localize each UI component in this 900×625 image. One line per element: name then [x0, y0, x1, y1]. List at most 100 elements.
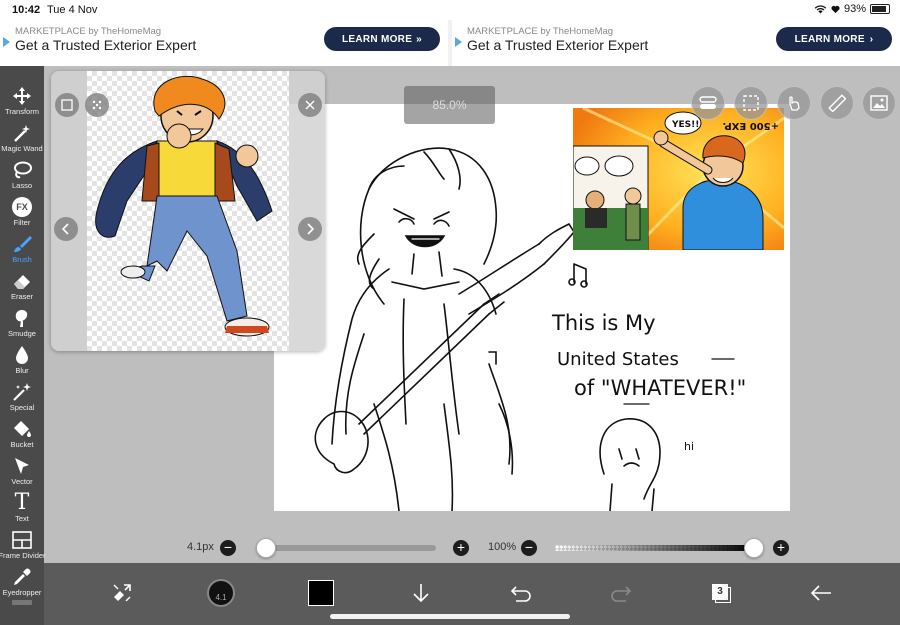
comic-panel-image[interactable]: YES!! +500 EXP. — [573, 108, 784, 250]
status-date: Tue 4 Nov — [47, 4, 98, 16]
status-right: 93% — [814, 3, 890, 15]
ad-left[interactable]: MARKETPLACE by TheHomeMag Get a Trusted … — [0, 20, 448, 66]
canvas-text-line3: of "WHATEVER!" — [574, 376, 747, 400]
arrow-left-icon — [810, 585, 831, 601]
zoom-indicator: 85.0% — [404, 86, 495, 124]
minus-icon: − — [524, 539, 534, 555]
layers-button[interactable]: 3 — [701, 573, 741, 613]
tool-special[interactable]: Special — [0, 381, 44, 418]
ad-cta-label: LEARN MORE — [794, 33, 865, 45]
drag-dots-icon — [92, 100, 102, 110]
toggle-button[interactable] — [691, 86, 725, 120]
tool-label: Vector — [11, 477, 33, 486]
brush-preview-icon: 4.1 — [207, 579, 235, 607]
ad-sponsor: MARKETPLACE by TheHomeMag — [467, 26, 614, 37]
opacity-increase-button[interactable]: + — [773, 540, 789, 556]
opacity-thumb[interactable] — [744, 538, 764, 558]
brush-preview-button[interactable]: 4.1 — [201, 573, 241, 613]
tool-filter[interactable]: FX Filter — [0, 196, 44, 233]
color-picker-button[interactable] — [301, 573, 341, 613]
tool-magic-wand[interactable]: Magic Wand — [0, 122, 44, 159]
tool-vector[interactable]: Vector — [0, 455, 44, 492]
ref-move-button[interactable] — [85, 93, 109, 117]
tool-label: Eraser — [10, 292, 34, 301]
image-reference-button[interactable] — [862, 86, 896, 120]
ruler-button[interactable] — [820, 86, 854, 120]
tool-blur[interactable]: Blur — [0, 344, 44, 381]
arrow-down-icon — [413, 584, 429, 603]
selection-button[interactable] — [734, 86, 768, 120]
tool-bucket[interactable]: Bucket — [0, 418, 44, 455]
reference-image[interactable] — [87, 71, 289, 351]
touch-gesture-button[interactable] — [777, 86, 811, 120]
ad-learn-more-button[interactable]: LEARN MORE › — [776, 27, 892, 51]
move-arrows-icon — [13, 87, 31, 105]
hand-touch-icon — [789, 96, 800, 111]
ad-right[interactable]: MARKETPLACE by TheHomeMag Get a Trusted … — [452, 20, 900, 66]
square-icon — [61, 99, 73, 111]
home-indicator[interactable] — [330, 614, 570, 619]
ad-sponsor: MARKETPLACE by TheHomeMag — [15, 26, 162, 37]
brush-preview-label: 4.1 — [215, 593, 227, 602]
ref-close-button[interactable] — [298, 93, 322, 117]
swap-tool-button[interactable] — [102, 573, 142, 613]
toolbar-scroll-stub — [12, 600, 32, 605]
tool-text[interactable]: T Text — [0, 492, 44, 529]
opacity-decrease-button[interactable]: − — [521, 540, 537, 556]
current-color-swatch — [308, 580, 334, 606]
reference-window[interactable] — [51, 71, 325, 351]
ad-learn-more-button[interactable]: LEARN MORE» — [324, 27, 440, 51]
tool-eraser[interactable]: Eraser — [0, 270, 44, 307]
undo-button[interactable] — [501, 573, 541, 613]
redo-icon — [611, 586, 632, 602]
battery-percent: 93% — [843, 3, 866, 15]
tool-label: Text — [15, 514, 29, 523]
tool-transform[interactable]: Transform — [0, 85, 44, 122]
tool-lasso[interactable]: Lasso — [0, 159, 44, 196]
ref-prev-button[interactable] — [54, 217, 78, 241]
back-button[interactable] — [801, 573, 841, 613]
cursor-arrow-icon — [15, 458, 29, 474]
tool-label: Transform — [5, 107, 39, 116]
brush-icon — [14, 236, 32, 252]
tool-label: Lasso — [11, 181, 32, 190]
adchoices-icon[interactable] — [3, 37, 10, 47]
chevron-left-icon — [61, 223, 69, 235]
brush-size-slider[interactable] — [256, 545, 436, 551]
sparkle-wand-icon — [13, 383, 31, 401]
brush-size-label: 4.1px — [187, 541, 214, 553]
ad-headline: Get a Trusted Exterior Expert — [15, 37, 197, 53]
adchoices-icon[interactable] — [455, 37, 462, 47]
tool-label: Smudge — [8, 329, 36, 338]
comic-shout: YES!! — [671, 120, 699, 130]
canvas-text-small: hi — [684, 440, 695, 453]
tool-label: Filter — [13, 218, 31, 227]
size-increase-button[interactable]: + — [453, 540, 469, 556]
double-chevron-icon: » — [416, 33, 423, 45]
ref-next-button[interactable] — [298, 217, 322, 241]
fx-icon: FX — [12, 197, 32, 217]
smudge-icon — [15, 310, 28, 327]
comic-illustration: YES!! +500 EXP. — [573, 108, 784, 250]
comic-sfx: +500 EXP. — [722, 120, 779, 131]
download-button[interactable] — [401, 573, 441, 613]
lasso-icon — [14, 161, 32, 179]
ref-fit-button[interactable] — [55, 93, 79, 117]
opacity-slider[interactable] — [555, 545, 755, 551]
brush-size-thumb[interactable] — [256, 538, 276, 558]
tool-eyedropper[interactable]: Eyedropper — [0, 566, 44, 603]
plus-icon: + — [776, 539, 786, 555]
ad-headline: Get a Trusted Exterior Expert — [467, 37, 649, 53]
heart-icon — [831, 5, 840, 13]
tool-label: Blur — [15, 366, 29, 375]
brush-settings-row: 4.1px − + 100% − + — [0, 533, 900, 563]
tool-brush[interactable]: Brush — [0, 233, 44, 270]
size-decrease-button[interactable]: − — [220, 540, 236, 556]
redo-button[interactable] — [601, 573, 641, 613]
plus-icon: + — [456, 539, 466, 555]
tool-smudge[interactable]: Smudge — [0, 307, 44, 344]
tool-label: Bucket — [10, 440, 34, 449]
status-time: 10:42 — [12, 4, 41, 16]
tool-label: Brush — [12, 255, 32, 264]
selection-marquee-icon — [743, 95, 759, 111]
